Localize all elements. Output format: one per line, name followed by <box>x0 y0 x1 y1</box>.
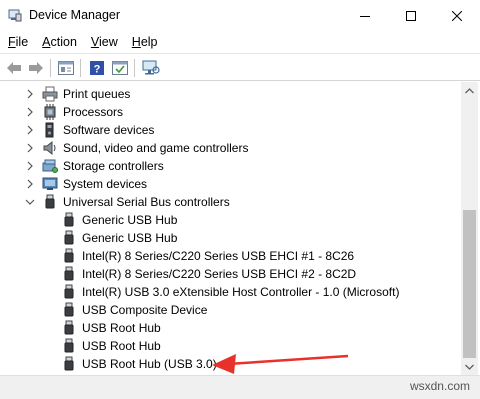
printer-icon <box>42 86 58 102</box>
back-arrow-icon <box>7 62 21 74</box>
software-device-icon <box>45 122 54 138</box>
close-icon <box>452 10 462 21</box>
menu-help[interactable]: Help <box>132 35 158 49</box>
usb-icon <box>64 248 74 263</box>
window-title: Device Manager <box>29 8 121 22</box>
tree-item-label: Software devices <box>63 123 155 137</box>
tree-item-label: Universal Serial Bus controllers <box>63 195 230 209</box>
usb-device-label: Intel(R) 8 Series/C220 Series USB EHCI #… <box>82 267 357 281</box>
usb-icon <box>64 356 74 371</box>
usb-device-item[interactable]: Generic USB Hub <box>0 211 461 229</box>
update-driver-icon <box>112 61 128 75</box>
chevron-down-icon[interactable] <box>25 197 35 207</box>
status-bar <box>0 375 480 399</box>
usb-device-item[interactable]: USB Composite Device <box>0 301 461 319</box>
toolbar-separator <box>80 59 81 77</box>
properties-button[interactable] <box>56 58 76 78</box>
tree-item-sound-video-game[interactable]: Sound, video and game controllers <box>0 139 461 157</box>
back-button[interactable] <box>4 58 24 78</box>
forward-arrow-icon <box>29 62 43 74</box>
menu-view[interactable]: View <box>91 35 118 49</box>
title-bar: Device Manager <box>0 0 480 31</box>
vertical-scrollbar[interactable] <box>461 82 478 375</box>
chevron-down-icon <box>465 364 474 370</box>
usb-icon <box>64 230 74 245</box>
close-button[interactable] <box>434 0 480 31</box>
minimize-button[interactable] <box>342 0 388 31</box>
usb-device-label: Generic USB Hub <box>82 231 178 245</box>
watermark: wsxdn.com <box>409 379 470 393</box>
tree-item-processors[interactable]: Processors <box>0 103 461 121</box>
chevron-right-icon[interactable] <box>25 107 35 117</box>
scroll-up-button[interactable] <box>461 82 478 99</box>
tree-item-usb-controllers[interactable]: Universal Serial Bus controllers <box>0 193 461 211</box>
usb-icon <box>64 284 74 299</box>
forward-button[interactable] <box>26 58 46 78</box>
properties-icon <box>58 61 74 75</box>
minimize-icon <box>360 15 370 17</box>
tree-item-label: Storage controllers <box>63 159 164 173</box>
device-tree[interactable]: Print queues Processors Software devices <box>0 82 461 375</box>
svg-text:?: ? <box>94 64 101 76</box>
usb-device-label: Generic USB Hub <box>82 213 178 227</box>
speaker-icon <box>43 140 56 156</box>
processor-icon <box>44 104 56 120</box>
scrollbar-thumb[interactable] <box>463 210 476 358</box>
monitor-icon <box>142 60 160 75</box>
scroll-down-button[interactable] <box>461 358 478 375</box>
tree-item-label: Processors <box>63 105 124 119</box>
help-button[interactable]: ? <box>87 58 107 78</box>
usb-icon <box>64 212 74 227</box>
usb-device-item[interactable]: Intel(R) 8 Series/C220 Series USB EHCI #… <box>0 265 461 283</box>
usb-device-label: USB Composite Device <box>82 303 208 317</box>
usb-device-label: USB Root Hub <box>82 321 161 335</box>
usb-device-item[interactable]: Intel(R) USB 3.0 eXtensible Host Control… <box>0 283 461 301</box>
usb-icon <box>64 338 74 353</box>
maximize-icon <box>406 10 416 21</box>
usb-icon <box>64 302 74 317</box>
chevron-right-icon[interactable] <box>25 179 35 189</box>
system-device-icon <box>42 177 58 190</box>
tree-item-storage-controllers[interactable]: Storage controllers <box>0 157 461 175</box>
chevron-right-icon[interactable] <box>25 143 35 153</box>
tree-item-print-queues[interactable]: Print queues <box>0 85 461 103</box>
usb-device-label: Intel(R) 8 Series/C220 Series USB EHCI #… <box>82 249 355 263</box>
chevron-right-icon[interactable] <box>25 161 35 171</box>
usb-device-label: Intel(R) USB 3.0 eXtensible Host Control… <box>82 285 400 299</box>
usb-device-label: USB Root Hub (USB 3.0) <box>82 357 217 371</box>
usb-icon <box>64 320 74 335</box>
scan-hardware-button[interactable] <box>141 58 161 78</box>
usb-device-item[interactable]: Intel(R) 8 Series/C220 Series USB EHCI #… <box>0 247 461 265</box>
usb-icon <box>45 194 55 209</box>
chevron-right-icon[interactable] <box>25 125 35 135</box>
chevron-right-icon[interactable] <box>25 89 35 99</box>
tree-item-label: System devices <box>63 177 148 191</box>
menu-bar: File Action View Help <box>0 31 480 52</box>
usb-device-label: USB Root Hub <box>82 339 161 353</box>
menu-file[interactable]: File <box>8 35 28 49</box>
device-manager-app-icon <box>8 9 22 22</box>
toolbar-separator <box>134 59 135 77</box>
chevron-up-icon <box>465 87 474 93</box>
usb-device-item[interactable]: Generic USB Hub <box>0 229 461 247</box>
maximize-button[interactable] <box>388 0 434 31</box>
storage-icon <box>42 159 58 173</box>
toolbar-separator <box>50 59 51 77</box>
tree-item-software-devices[interactable]: Software devices <box>0 121 461 139</box>
tree-item-label: Print queues <box>63 87 131 101</box>
usb-device-item-usb3-root-hub[interactable]: USB Root Hub (USB 3.0) <box>0 355 461 373</box>
usb-device-item[interactable]: USB Root Hub <box>0 337 461 355</box>
tree-item-system-devices[interactable]: System devices <box>0 175 461 193</box>
usb-device-item[interactable]: USB Root Hub <box>0 319 461 337</box>
usb-icon <box>64 266 74 281</box>
help-icon: ? <box>90 61 104 76</box>
toolbar: ? <box>0 53 480 81</box>
update-driver-button[interactable] <box>110 58 130 78</box>
tree-item-label: Sound, video and game controllers <box>63 141 249 155</box>
menu-action[interactable]: Action <box>42 35 77 49</box>
